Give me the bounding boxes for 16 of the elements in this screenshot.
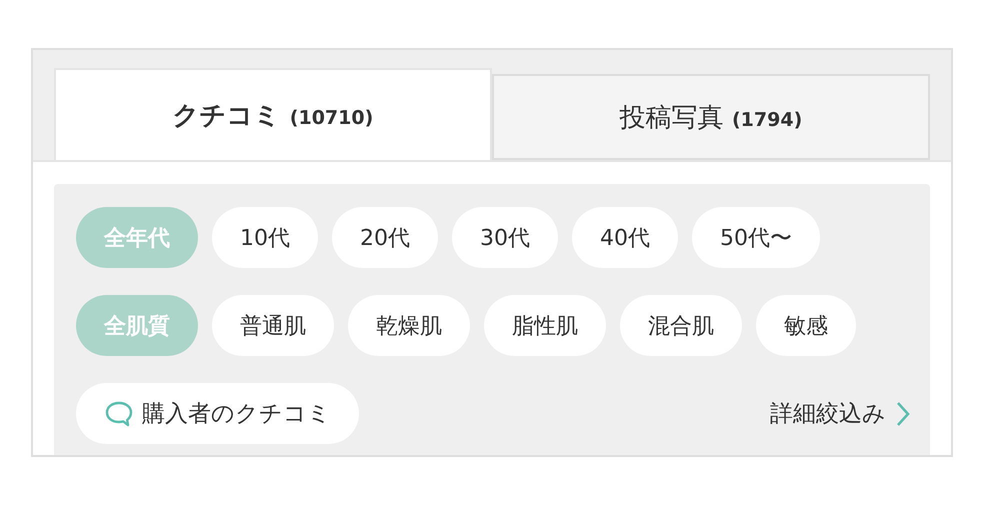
skin-filter-chip[interactable]: 乾燥肌 (348, 295, 470, 356)
skin-filter-chip[interactable]: 普通肌 (212, 295, 334, 356)
age-filter-chip[interactable]: 40代 (572, 207, 678, 268)
age-filter-chip[interactable]: 10代 (212, 207, 318, 268)
detail-filter-link[interactable]: 詳細絞込み (770, 398, 910, 429)
buyer-reviews-button[interactable]: 購入者のクチコミ (76, 383, 359, 444)
age-filter-chip[interactable]: 50代〜 (692, 207, 820, 268)
age-filter-chip[interactable]: 20代 (332, 207, 438, 268)
age-filter-chip[interactable]: 30代 (452, 207, 558, 268)
tab[interactable]: 投稿写真 (1794) (492, 74, 930, 160)
speech-bubble-icon (104, 400, 134, 428)
skin-filter-chip[interactable]: 敏感 (756, 295, 856, 356)
skin-filter-chip[interactable]: 混合肌 (620, 295, 742, 356)
chevron-right-icon (896, 400, 910, 426)
skin-filter-chip[interactable]: 脂性肌 (484, 295, 606, 356)
tab[interactable]: クチコミ (10710) (54, 68, 492, 160)
